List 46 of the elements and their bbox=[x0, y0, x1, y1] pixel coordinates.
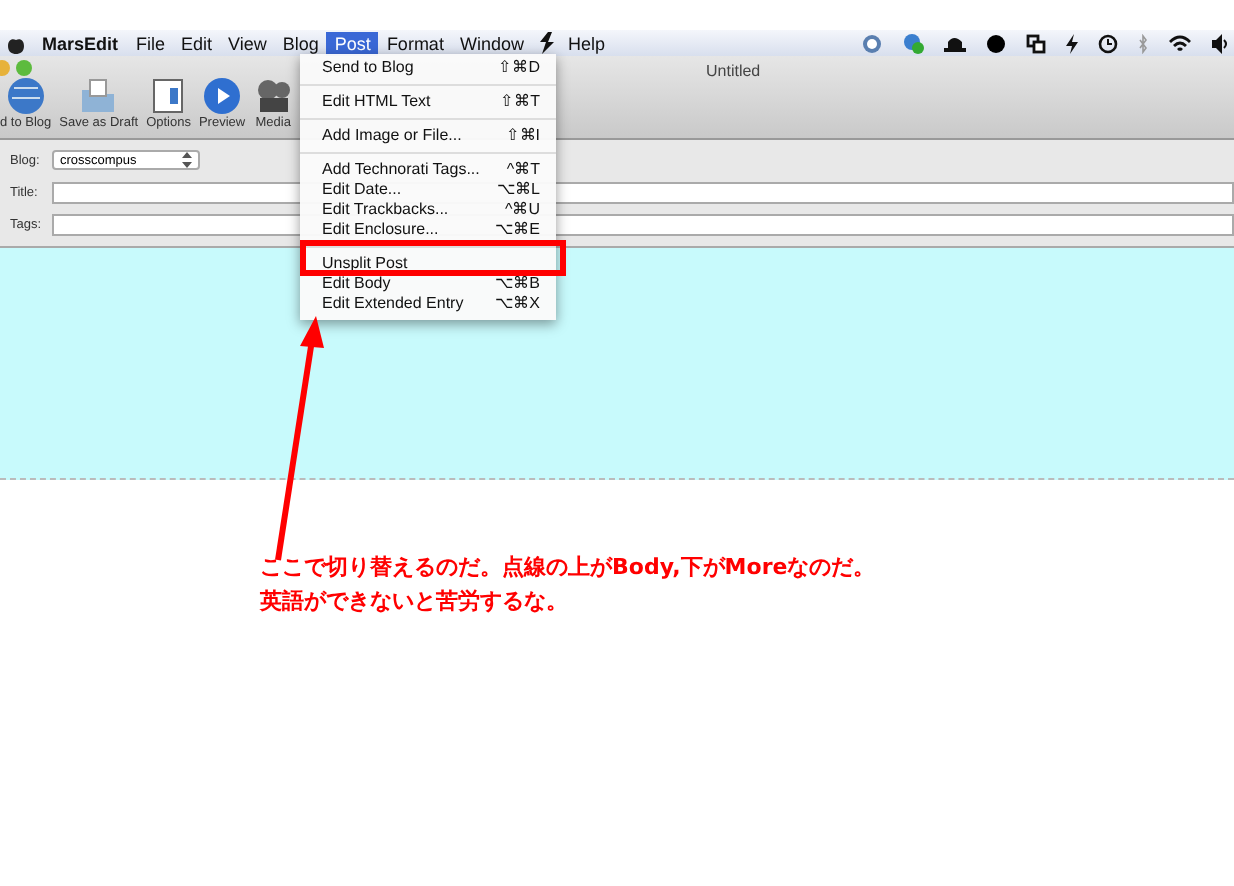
bolt-icon[interactable] bbox=[1066, 33, 1078, 53]
menu-item[interactable]: Window bbox=[451, 31, 532, 55]
circle-icon[interactable] bbox=[986, 33, 1006, 53]
annotation-text: 英語ができないと苦労するな。 bbox=[260, 586, 570, 618]
shortcut-label: ⌥⌘X bbox=[495, 294, 540, 314]
shortcut-label: ⇧⌘D bbox=[498, 58, 540, 78]
annotation-text: ここで切り替えるのだ。点線の上がBody,下がMoreなのだ。 bbox=[260, 552, 876, 584]
menu-item[interactable]: Format bbox=[378, 31, 452, 55]
menu-item[interactable]: Post bbox=[326, 31, 379, 55]
shortcut-label: ⌥⌘E bbox=[495, 220, 540, 240]
film-reel-icon[interactable] bbox=[253, 76, 294, 116]
menu-option[interactable]: Add Image or File... bbox=[322, 126, 462, 146]
menu-option[interactable]: Edit Date... bbox=[322, 180, 402, 200]
shortcut-label: ⇧⌘I bbox=[505, 126, 540, 146]
script-icon[interactable] bbox=[537, 32, 554, 54]
shortcut-label: ⌥⌘L bbox=[497, 180, 540, 200]
hat-icon[interactable] bbox=[944, 35, 966, 51]
play-icon[interactable] bbox=[202, 76, 243, 116]
menu-option[interactable]: Send to Blog bbox=[322, 58, 414, 78]
menu-option[interactable]: Unsplit Post bbox=[322, 254, 408, 274]
menu-option[interactable]: Edit Body bbox=[322, 274, 391, 294]
menu-option[interactable]: Edit HTML Text bbox=[322, 92, 431, 112]
window-title: Untitled bbox=[706, 62, 761, 80]
menu-option[interactable]: Edit Extended Entry bbox=[322, 294, 464, 314]
shortcut-label: ^⌘T bbox=[506, 160, 540, 180]
windows-icon[interactable] bbox=[1026, 33, 1046, 53]
shortcut-label: ^⌘U bbox=[504, 200, 540, 220]
wifi-icon[interactable] bbox=[1168, 33, 1192, 53]
folder-icon[interactable] bbox=[78, 76, 119, 116]
menu-item[interactable]: Blog bbox=[274, 31, 327, 55]
menu-option[interactable]: Add Technorati Tags... bbox=[322, 160, 480, 180]
menu-item[interactable]: Edit bbox=[173, 31, 221, 55]
speaker-icon[interactable] bbox=[1212, 33, 1228, 53]
menu-item[interactable]: Help bbox=[559, 31, 613, 55]
menu-item[interactable]: File bbox=[128, 31, 174, 55]
shortcut-label: ⌥⌘B bbox=[495, 274, 540, 294]
app-menu[interactable]: MarsEdit bbox=[30, 33, 129, 53]
window-icon[interactable] bbox=[148, 76, 189, 116]
apple-icon bbox=[8, 33, 24, 53]
menu-option[interactable]: Edit Trackbacks... bbox=[322, 200, 449, 220]
stepper-icon bbox=[182, 152, 192, 168]
shortcut-label: ⇧⌘T bbox=[500, 92, 540, 112]
menu-option[interactable]: Edit Enclosure... bbox=[322, 220, 439, 240]
bluetooth-icon[interactable] bbox=[1138, 33, 1148, 53]
clock-icon[interactable] bbox=[1098, 33, 1118, 53]
menu-item[interactable]: View bbox=[220, 31, 275, 55]
